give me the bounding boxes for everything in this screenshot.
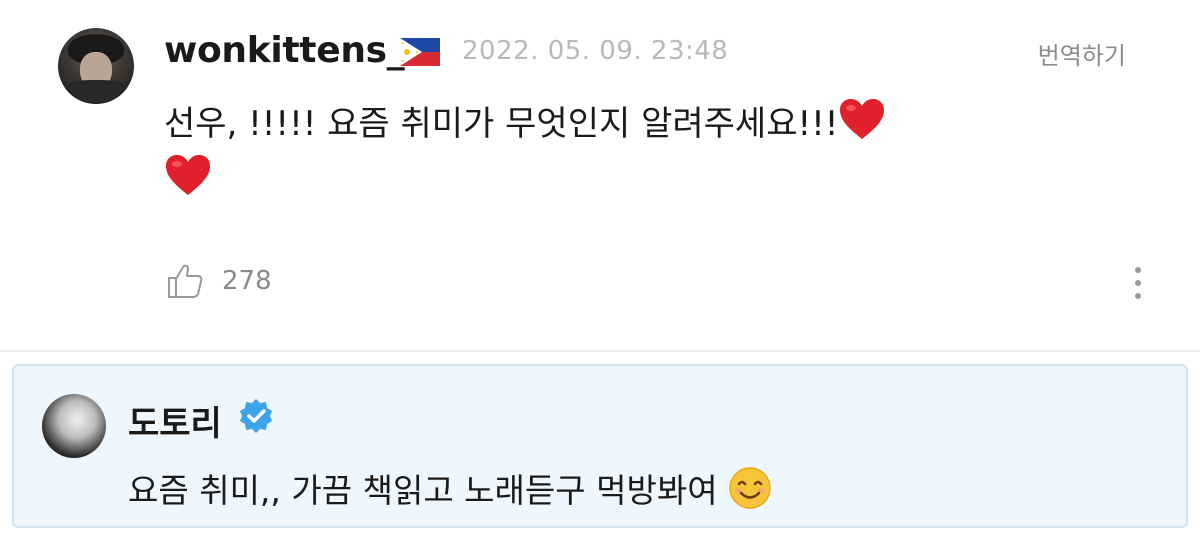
red-heart-icon <box>166 155 210 195</box>
red-heart-icon <box>840 99 885 139</box>
comment-timestamp: 2022. 05. 09. 23:48 <box>462 36 729 66</box>
more-vertical-icon[interactable] <box>1130 266 1146 302</box>
fan-letter-thread: wonkittens_ 2022. 05. 09. 23:48 번역하기 선우,… <box>0 0 1200 544</box>
reply-body: 요즘 취미,, 가끔 책읽고 노래듣구 먹방봐여 <box>128 464 772 512</box>
artist-name[interactable]: 도토리 <box>128 396 222 445</box>
commenter-avatar[interactable] <box>58 28 134 104</box>
fan-comment: wonkittens_ 2022. 05. 09. 23:48 번역하기 선우,… <box>0 0 1200 350</box>
smiling-face-icon <box>728 467 771 509</box>
commenter-username[interactable]: wonkittens_ <box>164 30 405 71</box>
verified-badge-icon <box>240 399 272 433</box>
artist-reply: 도토리 요즘 취미,, 가끔 책읽고 노래듣구 먹방봐여 <box>12 364 1188 528</box>
comment-text: 선우, !!!!! 요즘 취미가 무엇인지 알려주세요!!! <box>164 104 839 144</box>
philippines-flag-icon <box>400 38 440 66</box>
translate-button[interactable]: 번역하기 <box>1038 36 1126 71</box>
comment-body: 선우, !!!!! 요즘 취미가 무엇인지 알려주세요!!! <box>164 96 984 208</box>
divider <box>0 350 1200 352</box>
like-count: 278 <box>222 266 272 296</box>
thumbs-up-icon[interactable] <box>166 262 204 300</box>
reply-text: 요즘 취미,, 가끔 책읽고 노래듣구 먹방봐여 <box>128 471 718 510</box>
artist-avatar[interactable] <box>42 394 106 458</box>
